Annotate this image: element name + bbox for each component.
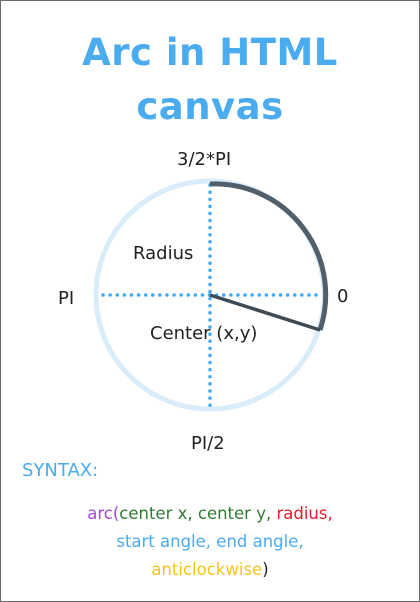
syntax-heading: SYNTAX: bbox=[22, 460, 99, 481]
syntax-center: center x, center y, bbox=[119, 504, 277, 523]
angle-label-pi: PI bbox=[58, 288, 75, 309]
syntax-fn: arc( bbox=[87, 504, 120, 523]
angle-label-zero: 0 bbox=[337, 286, 349, 307]
radius-label: Radius bbox=[133, 243, 194, 264]
syntax-anticlockwise: anticlockwise bbox=[151, 560, 263, 579]
syntax-line-3: anticlockwise) bbox=[0, 556, 420, 584]
syntax-line-2: start angle, end angle, bbox=[0, 528, 420, 556]
syntax-radius: radius, bbox=[276, 504, 333, 523]
angle-label-pi-2: PI/2 bbox=[191, 433, 225, 454]
syntax-close: ) bbox=[262, 560, 269, 579]
angle-label-3-2-pi: 3/2*PI bbox=[177, 149, 232, 170]
syntax-line-1: arc(center x, center y, radius, bbox=[0, 500, 420, 528]
drawn-arc bbox=[209, 181, 329, 331]
syntax-angles: start angle, end angle, bbox=[116, 532, 304, 551]
syntax-block: arc(center x, center y, radius, start an… bbox=[0, 500, 420, 584]
center-label: Center (x,y) bbox=[150, 323, 258, 344]
